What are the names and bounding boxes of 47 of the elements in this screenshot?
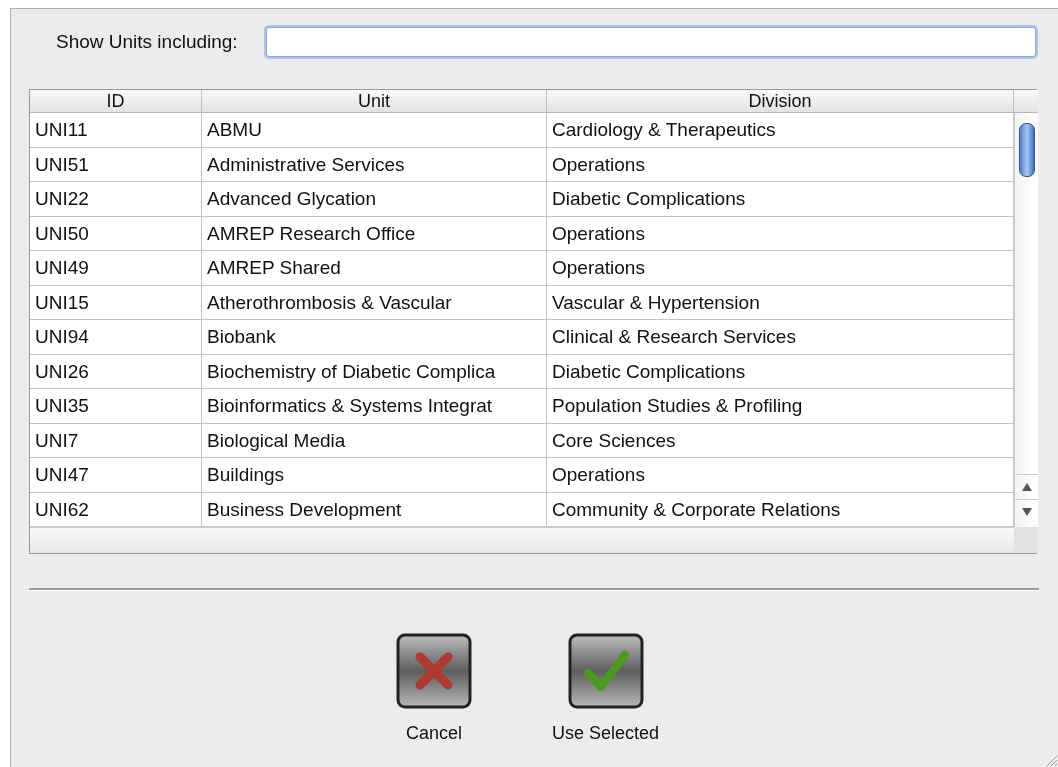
table-cell: Diabetic Complications: [547, 182, 1014, 217]
scrollbar[interactable]: [1014, 113, 1038, 527]
table-cell: Cardiology & Therapeutics: [547, 113, 1014, 148]
column-header[interactable]: ID: [30, 90, 202, 113]
table-cell: Vascular & Hypertension: [547, 285, 1014, 320]
table-cell: Buildings: [202, 458, 547, 493]
table-cell: Advanced Glycation: [202, 182, 547, 217]
table-cell: Atherothrombosis & Vascular: [202, 285, 547, 320]
table-cell: Clinical & Research Services: [547, 320, 1014, 355]
table-cell: Core Sciences: [547, 423, 1014, 458]
column-header[interactable]: Unit: [202, 90, 547, 113]
table-cell: Population Studies & Profiling: [547, 389, 1014, 424]
table-cell: UNI11: [30, 113, 202, 148]
column-header[interactable]: Division: [547, 90, 1014, 113]
table-cell: UNI47: [30, 458, 202, 493]
checkmark-icon: [567, 633, 644, 709]
table-cell: UNI49: [30, 251, 202, 286]
table-cell: Biological Media: [202, 423, 547, 458]
table-cell: Operations: [547, 458, 1014, 493]
resize-grip-icon[interactable]: [1044, 753, 1058, 767]
table-cell: Operations: [547, 251, 1014, 286]
table-cell: Operations: [547, 216, 1014, 251]
table-cell: Bioinformatics & Systems Integrat: [202, 389, 547, 424]
table-cell: Biobank: [202, 320, 547, 355]
scroll-thumb[interactable]: [1019, 123, 1035, 177]
table-cell: AMREP Research Office: [202, 216, 547, 251]
cancel-button[interactable]: Cancel: [395, 633, 472, 744]
table-cell: Biochemistry of Diabetic Complica: [202, 354, 547, 389]
table-cell: AMREP Shared: [202, 251, 547, 286]
header-corner: [1014, 90, 1038, 113]
table-cell: UNI94: [30, 320, 202, 355]
filter-label: Show Units including:: [56, 31, 238, 53]
table-cell: Operations: [547, 147, 1014, 182]
table-cell: UNI7: [30, 423, 202, 458]
table-cell: UNI26: [30, 354, 202, 389]
table-cell: UNI50: [30, 216, 202, 251]
filter-field[interactable]: [265, 27, 1036, 57]
table-cell: ABMU: [202, 113, 547, 148]
table-cell: UNI22: [30, 182, 202, 217]
table-cell: UNI35: [30, 389, 202, 424]
scrollbar-corner: [1014, 527, 1038, 553]
table-cell: Administrative Services: [202, 147, 547, 182]
table-cell: UNI51: [30, 147, 202, 182]
use-selected-button[interactable]: Use Selected: [551, 633, 660, 744]
close-icon: [395, 633, 472, 709]
table-cell: Diabetic Complications: [547, 354, 1014, 389]
table-cell: UNI15: [30, 285, 202, 320]
